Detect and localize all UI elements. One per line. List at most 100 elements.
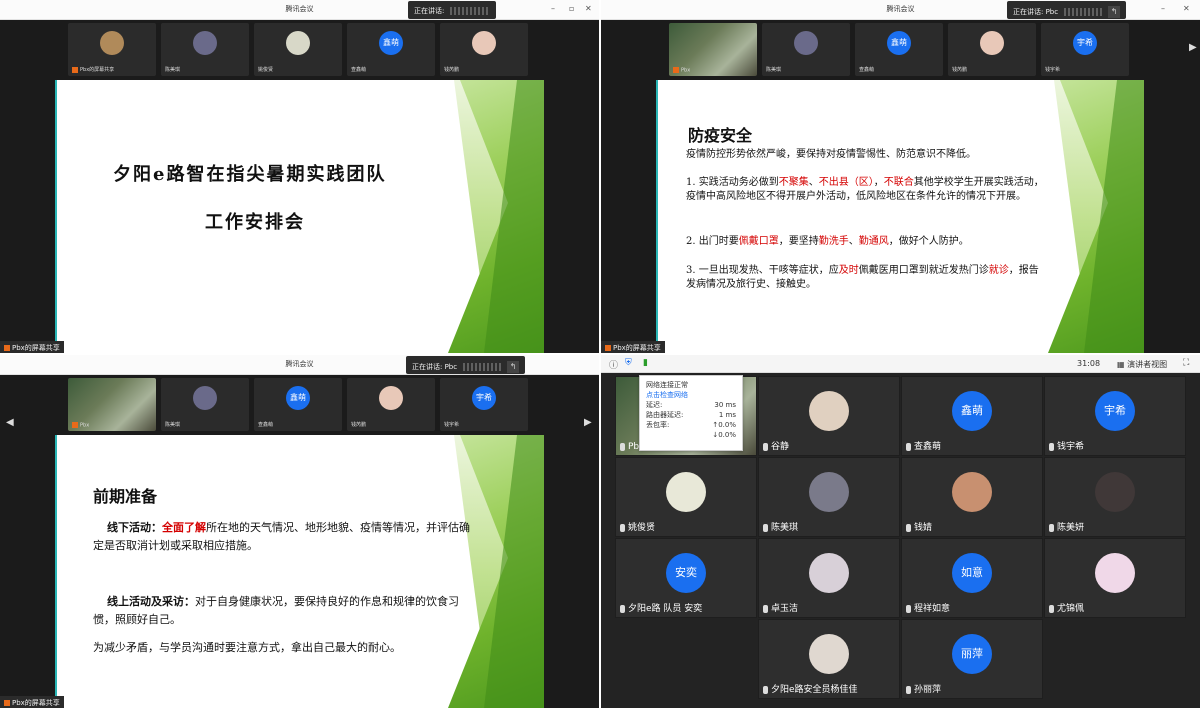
gallery-tile[interactable]: 丽萍 孙丽萍 — [901, 619, 1043, 699]
slide-point-1: 1. 实践活动务必做到不聚集、不出县（区），不联合其他学校学生开展实践活动，疫情… — [686, 177, 1044, 202]
mic-icon — [620, 442, 625, 451]
participant-name: 姚俊贤 — [620, 520, 655, 533]
back-icon[interactable]: ↰ — [507, 361, 520, 373]
video-tile[interactable]: 宇希 钱宇希 — [1041, 23, 1129, 76]
network-status-popup: 网络连接正常 点击检查网络 延迟: 30 ms 路由器延迟: 1 ms 丢包率: ↑0… — [639, 375, 743, 451]
video-tile[interactable]: Pbx — [669, 23, 757, 76]
avatar — [286, 31, 310, 55]
gallery-tile[interactable]: 姚俊贤 — [615, 457, 757, 537]
title-bar: 腾讯会议 正在讲话: Pbc ↰ – ✕ — [601, 0, 1200, 20]
screen-share-label[interactable]: Pbx的屏幕共享 — [601, 341, 665, 353]
slide-subtitle: 工作安排会 — [205, 212, 305, 233]
title-bar: 腾讯会议 正在讲话: – ▫ ✕ — [0, 0, 599, 20]
avatar: 如意 — [952, 553, 992, 593]
participant-name: 卓玉洁 — [763, 601, 798, 614]
avatar — [809, 391, 849, 431]
slide-intro: 疫情防控形势依然严峻，要保持对疫情警惕性、防范意识不降低。 — [686, 149, 976, 160]
gallery-tile[interactable]: 夕阳e路安全员杨佳佳 — [758, 619, 900, 699]
gallery-tile[interactable]: 如意 程祥如意 — [901, 538, 1043, 618]
participant-name: 尤锦佩 — [1049, 601, 1084, 614]
shield-icon[interactable]: ⛨ — [625, 358, 632, 368]
close-icon[interactable]: ✕ — [585, 4, 592, 14]
screen-share-label[interactable]: Pbx的屏幕共享 — [0, 696, 64, 708]
speaking-indicator: 正在讲话: Pbc ↰ — [1007, 1, 1127, 19]
presentation-slide: 防疫安全 疫情防控形势依然严峻，要保持对疫情警惕性、防范意识不降低。 1. 实践… — [656, 80, 1144, 353]
next-arrow-icon[interactable]: ▶ — [1189, 42, 1197, 53]
presentation-slide: 前期准备 线下活动：全面了解所在地的天气情况、地形地貌、疫情等情况，并评估确定是… — [55, 435, 544, 708]
video-tile[interactable]: 陈美琪 — [161, 23, 249, 76]
participant-name: 钱婧 — [906, 520, 932, 533]
video-tile[interactable]: 钱芮鹏 — [440, 23, 528, 76]
maximize-icon[interactable]: ▫ — [569, 4, 574, 14]
avatar — [100, 31, 124, 55]
signal-icon[interactable]: ▮ — [643, 358, 648, 368]
meeting-window-2: 腾讯会议 正在讲话: Pbc ↰ – ✕ Pbx 陈美琪 鑫萌 查鑫萌 钱芮鹏 宇希… — [601, 0, 1200, 353]
video-tile[interactable]: 陈美琪 — [161, 378, 249, 431]
mic-icon — [763, 685, 768, 694]
close-icon[interactable]: ✕ — [1183, 4, 1190, 14]
slide-title: 夕阳e路智在指尖暑期实践团队 — [113, 164, 387, 185]
gallery-tile[interactable]: 卓玉洁 — [758, 538, 900, 618]
video-tile[interactable]: 宇希 钱宇希 — [440, 378, 528, 431]
avatar — [809, 634, 849, 674]
slide-last-line: 为减少矛盾，与学员沟通时要注意方式，拿出自己最大的耐心。 — [93, 641, 401, 654]
speaking-indicator: 正在讲话: Pbc ↰ — [406, 356, 526, 374]
video-tile[interactable]: 鑫萌 查鑫萌 — [855, 23, 943, 76]
back-icon[interactable]: ↰ — [1108, 6, 1121, 18]
gallery-tile[interactable]: 安奕 夕阳e路 队员 安奕 — [615, 538, 757, 618]
video-tile[interactable]: 鑫萌 查鑫萌 — [347, 23, 435, 76]
title-bar: 腾讯会议 正在讲话: Pbc ↰ — [0, 355, 599, 375]
gallery-tile[interactable]: 鑫萌 查鑫萌 — [901, 376, 1043, 456]
video-tile[interactable]: 钱芮鹏 — [347, 378, 435, 431]
speaker-view-button[interactable]: ▦ 演讲者视图 — [1117, 359, 1167, 370]
meeting-window-gallery: ⓘ ⛨ ▮ 31:08 ▦ 演讲者视图 ⛶ 正在讲话:↰ 网络连接正常 点击检查… — [601, 355, 1200, 708]
screen-share-label[interactable]: Pbx的屏幕共享 — [0, 341, 64, 353]
video-strip: Pbx的屏幕共享 陈美琪 姚俊贤 鑫萌 查鑫萌 钱芮鹏 — [0, 20, 599, 78]
participant-name: 陈美妍 — [1049, 520, 1084, 533]
video-strip: Pbx 陈美琪 鑫萌 查鑫萌 钱芮鹏 宇希 钱宇希 ▶ — [601, 20, 1200, 78]
avatar — [193, 31, 217, 55]
gallery-tile[interactable]: 陈美琪 — [758, 457, 900, 537]
video-tile[interactable]: 钱芮鹏 — [948, 23, 1036, 76]
next-arrow-icon[interactable]: ▶ — [584, 417, 592, 428]
participant-name: 陈美琪 — [763, 520, 798, 533]
video-tile[interactable]: 陈美琪 — [762, 23, 850, 76]
mic-icon — [620, 604, 625, 613]
slide-heading: 防疫安全 — [688, 126, 753, 145]
avatar — [952, 472, 992, 512]
gallery-tile[interactable]: 谷静 — [758, 376, 900, 456]
avatar — [666, 472, 706, 512]
online-paragraph: 线上活动及采访：对于自身健康状况，要保持良好的作息和规律的饮食习惯，照顾好自己。 — [93, 595, 459, 626]
fullscreen-icon[interactable]: ⛶ — [1183, 358, 1189, 368]
video-tile[interactable]: Pbx — [68, 378, 156, 431]
avatar: 鑫萌 — [952, 391, 992, 431]
gallery-tile[interactable]: 钱婧 — [901, 457, 1043, 537]
mic-icon — [906, 442, 911, 451]
top-toolbar: ⓘ ⛨ ▮ 31:08 ▦ 演讲者视图 ⛶ — [601, 355, 1200, 373]
minimize-icon[interactable]: – — [1161, 4, 1165, 14]
app-title: 腾讯会议 — [285, 5, 314, 13]
mic-icon — [763, 442, 768, 451]
avatar — [1095, 472, 1135, 512]
info-icon[interactable]: ⓘ — [609, 358, 618, 371]
participant-name: 夕阳e路安全员杨佳佳 — [763, 682, 858, 695]
video-tile[interactable]: 鑫萌 查鑫萌 — [254, 378, 342, 431]
check-network-link[interactable]: 点击检查网络 — [646, 390, 736, 400]
participant-name: 孙丽萍 — [906, 682, 941, 695]
gallery-tile[interactable]: 尤锦佩 — [1044, 538, 1186, 618]
minimize-icon[interactable]: – — [551, 4, 555, 14]
video-tile[interactable]: 姚俊贤 — [254, 23, 342, 76]
avatar: 鑫萌 — [379, 31, 403, 55]
participant-name: 谷静 — [763, 439, 789, 452]
prev-arrow-icon[interactable]: ◀ — [6, 417, 14, 428]
participant-name: 钱宇希 — [1049, 439, 1084, 452]
avatar — [809, 472, 849, 512]
avatar: 安奕 — [666, 553, 706, 593]
participant-name: 程祥如意 — [906, 601, 950, 614]
video-tile[interactable]: Pbx的屏幕共享 — [68, 23, 156, 76]
mic-icon — [620, 523, 625, 532]
gallery-tile[interactable]: 陈美妍 — [1044, 457, 1186, 537]
avatar: 丽萍 — [952, 634, 992, 674]
mic-icon — [906, 523, 911, 532]
gallery-tile[interactable]: 宇希 钱宇希 — [1044, 376, 1186, 456]
